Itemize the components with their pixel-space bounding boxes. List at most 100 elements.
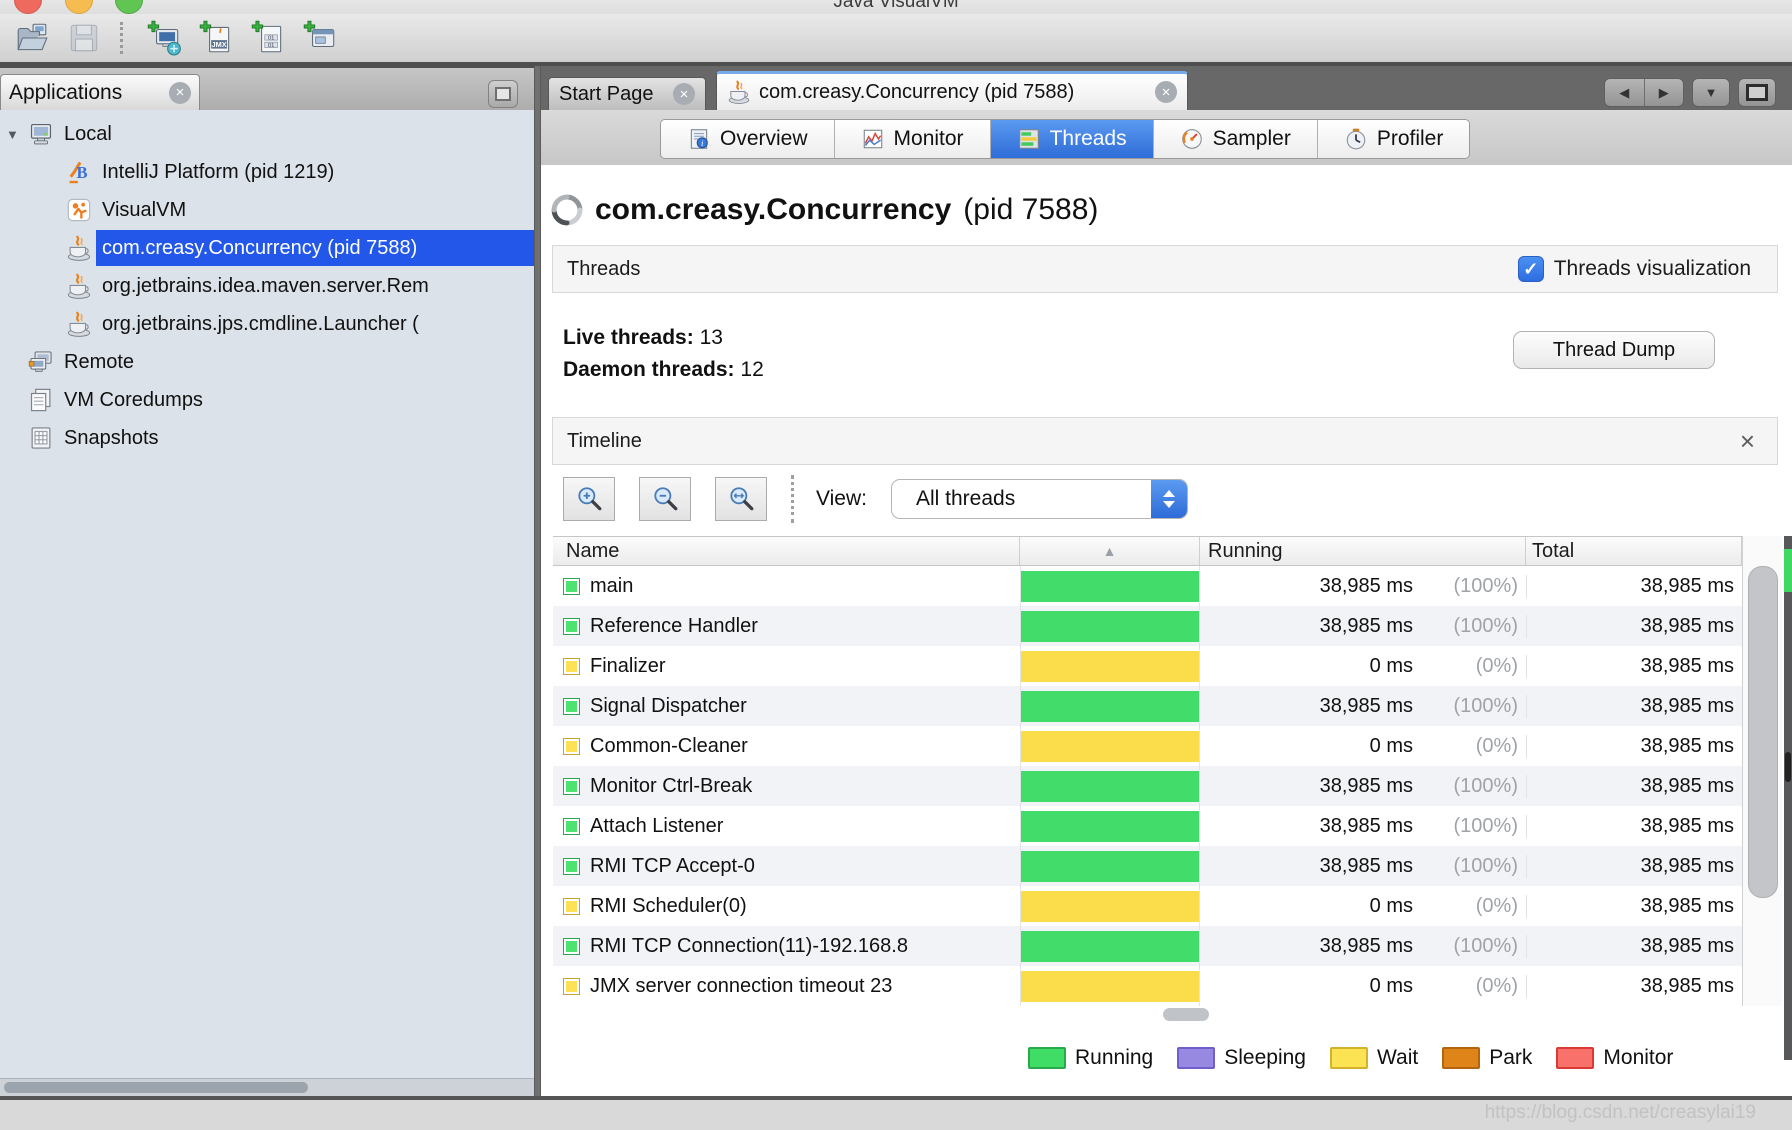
tree-item-snapshots[interactable]: ▼ Snapshots <box>0 419 534 457</box>
zoom-out-button[interactable] <box>639 477 691 521</box>
tree-item-org-jetbrains-jps-cmdline-launcher[interactable]: ▼ org.jetbrains.jps.cmdline.Launcher ( <box>0 305 534 343</box>
float-panel-button[interactable] <box>488 80 518 108</box>
tab-concurrency-label: com.creasy.Concurrency (pid 7588) <box>759 81 1074 104</box>
timeline-cell <box>1020 646 1200 686</box>
add-remote-host-button[interactable] <box>145 18 185 58</box>
tree-item-remote[interactable]: ▼ Remote <box>0 343 534 381</box>
panel-splitter[interactable] <box>534 66 541 1096</box>
thread-name: Common-Cleaner <box>590 735 748 758</box>
tree-item-visualvm[interactable]: ▼ VisualVM <box>0 191 534 229</box>
add-jmx-connection-button[interactable]: JMX <box>197 18 237 58</box>
column-header-total[interactable]: Total <box>1526 537 1742 565</box>
running-percent: (100%) <box>1413 775 1518 798</box>
tree-item-org-jetbrains-idea-maven-server-rem[interactable]: ▼ org.jetbrains.idea.maven.server.Rem <box>0 267 534 305</box>
zoom-fit-icon <box>727 485 755 513</box>
thread-name-cell: Attach Listener <box>553 815 1020 838</box>
prev-tab-button[interactable]: ◀ <box>1605 79 1645 106</box>
scrollbar-thumb[interactable] <box>4 1082 308 1093</box>
tab-threads[interactable]: Threads <box>990 120 1153 158</box>
column-header-running[interactable]: Running <box>1200 537 1526 565</box>
timeline-toolbar: View: All threads <box>563 475 1188 523</box>
table-row[interactable]: Attach Listener 38,985 ms (100%) 38,985 … <box>553 806 1742 846</box>
view-select[interactable]: All threads <box>891 479 1188 519</box>
window-titlebar: Java VisualVM <box>0 0 1792 14</box>
thread-name-cell: RMI TCP Accept-0 <box>553 855 1020 878</box>
bottom-strip: https://blog.csdn.net/creasylai19 <box>0 1100 1792 1130</box>
tab-monitor[interactable]: Monitor <box>834 120 990 158</box>
maximize-view-button[interactable] <box>1738 78 1776 107</box>
save-snapshot-button[interactable] <box>64 18 104 58</box>
select-stepper-icon[interactable] <box>1151 480 1187 518</box>
tab-list-dropdown-button[interactable]: ▼ <box>1692 78 1730 107</box>
tree-item-com-creasy-concurrency-pid-7588[interactable]: ▼ com.creasy.Concurrency (pid 7588) <box>0 229 534 267</box>
close-icon[interactable]: × <box>1155 81 1177 103</box>
close-icon[interactable]: × <box>673 83 695 105</box>
table-row[interactable]: Monitor Ctrl-Break 38,985 ms (100%) 38,9… <box>553 766 1742 806</box>
view-tab-label: Profiler <box>1377 127 1444 151</box>
running-percent: (0%) <box>1413 655 1518 678</box>
running-percent: (100%) <box>1413 935 1518 958</box>
running-cell: 38,985 ms (100%) <box>1200 775 1526 798</box>
column-header-timeline[interactable]: ▲ <box>1020 537 1200 565</box>
threads-section-label: Threads <box>567 258 640 281</box>
table-row[interactable]: Finalizer 0 ms (0%) 38,985 ms <box>553 646 1742 686</box>
thread-dump-button[interactable]: Thread Dump <box>1513 331 1715 369</box>
running-percent: (100%) <box>1413 815 1518 838</box>
close-timeline-icon[interactable]: × <box>1740 426 1755 457</box>
table-row[interactable]: JMX server connection timeout 23 0 ms (0… <box>553 966 1742 1006</box>
table-vertical-scrollbar[interactable] <box>1742 536 1782 1006</box>
scrollbar-thumb[interactable] <box>1748 566 1778 898</box>
tab-concurrency[interactable]: com.creasy.Concurrency (pid 7588) × <box>716 71 1188 110</box>
tab-overview[interactable]: i Overview <box>661 120 834 158</box>
table-row[interactable]: RMI TCP Connection(11)-192.168.8 38,985 … <box>553 926 1742 966</box>
total-value: 38,985 ms <box>1526 855 1742 878</box>
thread-state-icon <box>563 938 580 955</box>
running-percent: (100%) <box>1413 575 1518 598</box>
table-row[interactable]: RMI Scheduler(0) 0 ms (0%) 38,985 ms <box>553 886 1742 926</box>
table-row[interactable]: Reference Handler 38,985 ms (100%) 38,98… <box>553 606 1742 646</box>
table-row[interactable]: RMI TCP Accept-0 38,985 ms (100%) 38,985… <box>553 846 1742 886</box>
tab-applications[interactable]: Applications × <box>0 74 200 110</box>
tree-item-local[interactable]: ▼ Local <box>0 115 534 153</box>
total-value: 38,985 ms <box>1526 815 1742 838</box>
add-snapshot-button[interactable] <box>301 18 341 58</box>
thread-name-cell: Common-Cleaner <box>553 735 1020 758</box>
running-value: 38,985 ms <box>1200 575 1413 598</box>
open-snapshot-button[interactable] <box>12 18 52 58</box>
threads-visualization-checkbox[interactable]: ✓ <box>1518 256 1544 282</box>
view-select-value: All threads <box>916 487 1015 511</box>
table-row[interactable]: Signal Dispatcher 38,985 ms (100%) 38,98… <box>553 686 1742 726</box>
next-tab-button[interactable]: ▶ <box>1645 79 1684 106</box>
legend-item-sleeping: Sleeping <box>1177 1046 1306 1070</box>
table-row[interactable]: main 38,985 ms (100%) 38,985 ms <box>553 566 1742 606</box>
tab-start-page[interactable]: Start Page × <box>548 77 706 110</box>
column-header-name[interactable]: Name <box>553 537 1020 565</box>
running-percent: (100%) <box>1413 695 1518 718</box>
java-app-icon <box>66 273 92 299</box>
table-row[interactable]: Common-Cleaner 0 ms (0%) 38,985 ms <box>553 726 1742 766</box>
java-app-icon <box>66 235 92 261</box>
tab-sampler[interactable]: Sampler <box>1153 120 1317 158</box>
tab-profiler[interactable]: Profiler <box>1317 120 1470 158</box>
timeline-bar <box>1021 571 1199 602</box>
thread-name: Finalizer <box>590 655 666 678</box>
legend-label: Monitor <box>1603 1046 1673 1070</box>
total-value: 38,985 ms <box>1526 575 1742 598</box>
monitor-icon <box>861 127 885 151</box>
tree-item-intellij-platform-pid-1219[interactable]: ▼ B IntelliJ Platform (pid 1219) <box>0 153 534 191</box>
expander-icon[interactable]: ▼ <box>6 127 22 142</box>
sidebar-horizontal-scrollbar[interactable] <box>0 1078 534 1096</box>
zoom-in-button[interactable] <box>563 477 615 521</box>
zoom-fit-button[interactable] <box>715 477 767 521</box>
timeline-horizontal-scrollbar-thumb[interactable] <box>1163 1008 1209 1021</box>
thread-state-icon <box>563 978 580 995</box>
add-vm-coredump-button[interactable]: 0101 <box>249 18 289 58</box>
tree-item-vm-coredumps[interactable]: ▼ VM Coredumps <box>0 381 534 419</box>
running-cell: 0 ms (0%) <box>1200 655 1526 678</box>
spinner-icon <box>551 194 583 226</box>
timeline-section-label: Timeline <box>567 430 642 453</box>
live-threads-label: Live threads: <box>563 326 694 349</box>
running-cell: 0 ms (0%) <box>1200 895 1526 918</box>
tree-item-label: VisualVM <box>102 199 186 222</box>
close-icon[interactable]: × <box>169 82 191 104</box>
